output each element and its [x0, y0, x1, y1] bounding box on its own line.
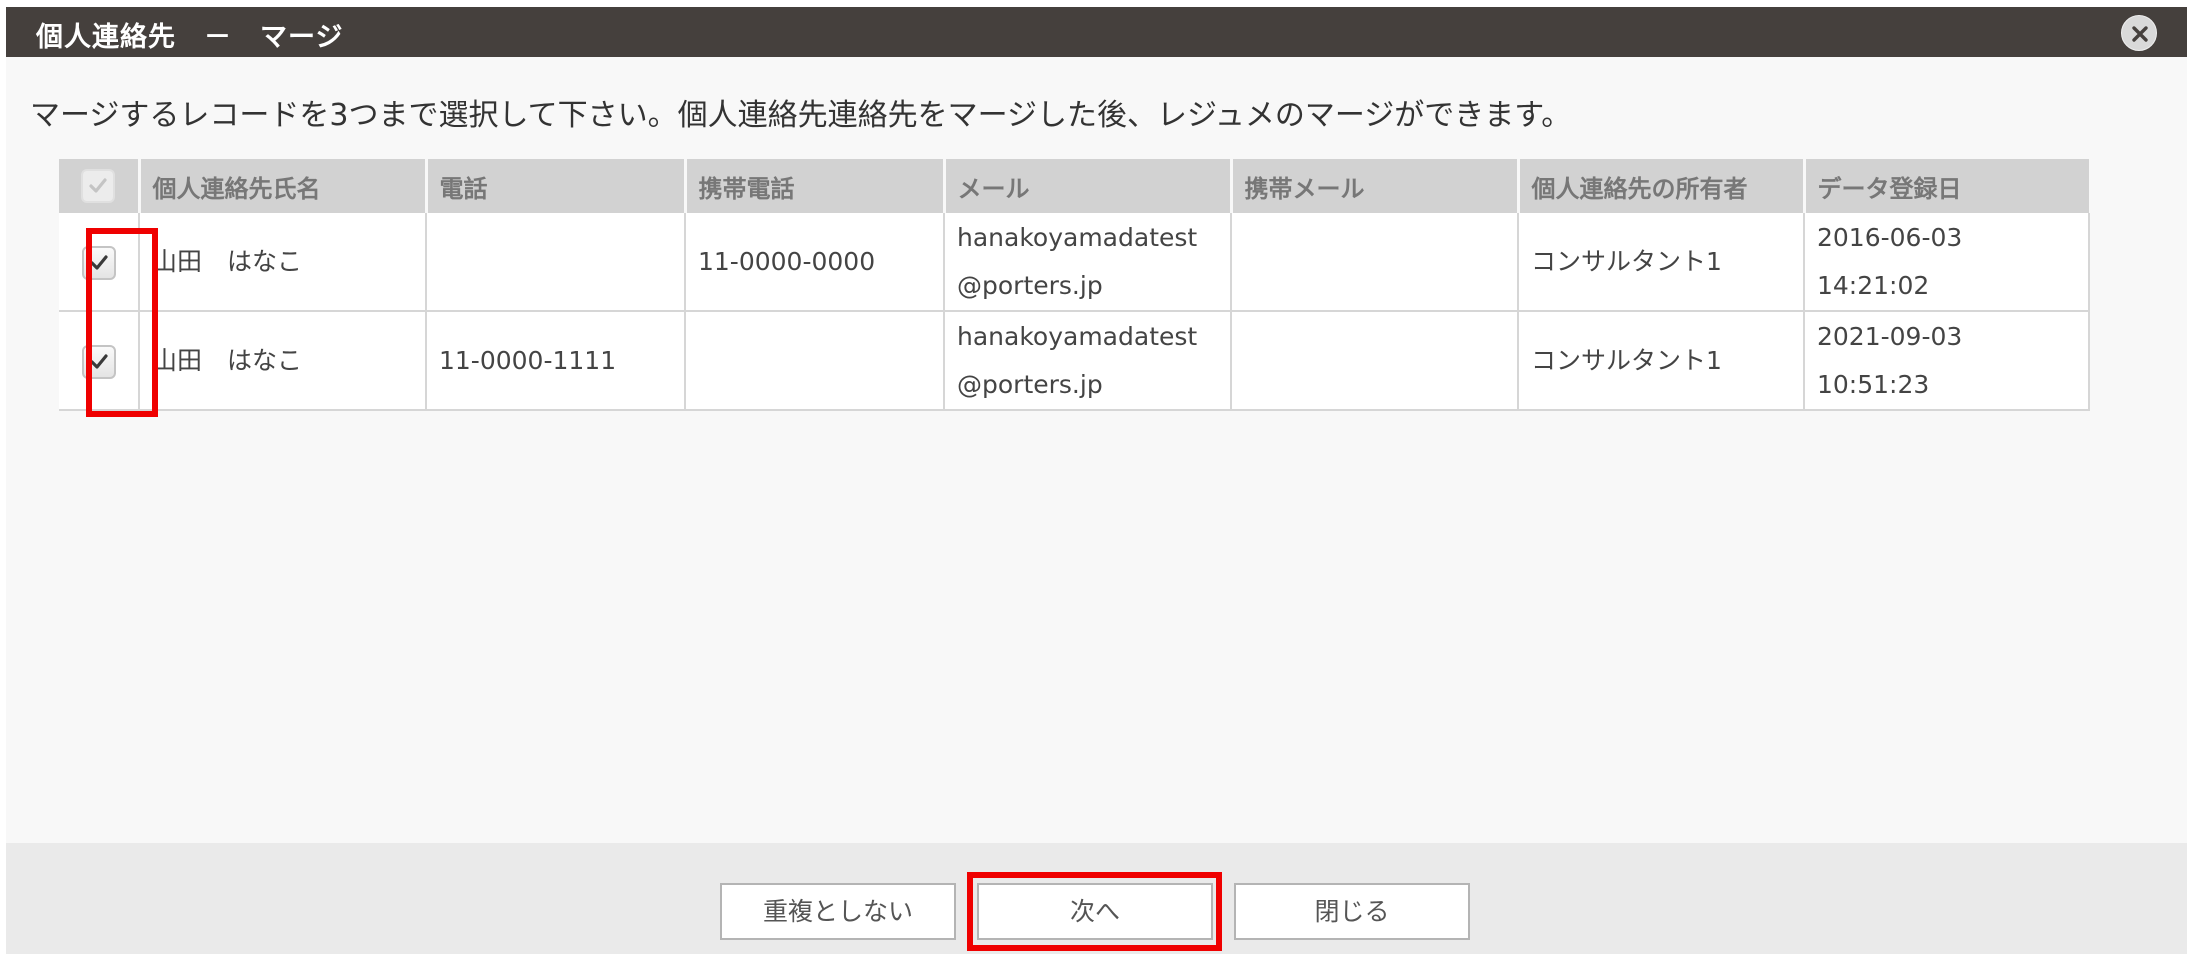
select-all-header	[59, 159, 139, 213]
table-row: 山田 はなこ 11-0000-0000 hanakoyamadatest @po…	[59, 213, 2090, 312]
email-line-1: hanakoyamadatest	[957, 321, 1198, 351]
column-header-email[interactable]: メール	[942, 159, 1231, 213]
column-header-created-date[interactable]: データ登録日	[1802, 159, 2089, 213]
next-button[interactable]: 次へ	[977, 883, 1213, 940]
cell-mobile: 11-0000-0000	[684, 213, 944, 312]
email-line-1: hanakoyamadatest	[957, 222, 1198, 252]
email-line-2: @porters.jp	[957, 270, 1103, 300]
check-icon	[89, 353, 108, 369]
column-header-phone[interactable]: 電話	[424, 159, 685, 213]
cell-created-date: 2016-06-03 14:21:02	[1803, 213, 2090, 312]
close-dialog-button[interactable]: 閉じる	[1234, 883, 1470, 940]
table-header-row: 個人連絡先氏名 電話 携帯電話 メール 携帯メール 個人連絡先の所有者 データ登…	[59, 159, 2089, 213]
column-header-mobile[interactable]: 携帯電話	[683, 159, 944, 213]
created-date: 2021-09-03	[1817, 321, 1963, 351]
email-line-2: @porters.jp	[957, 369, 1103, 399]
row-checkbox[interactable]	[81, 344, 116, 379]
cell-name: 山田 はなこ	[138, 213, 426, 312]
row-select-cell	[59, 213, 140, 312]
created-time: 14:21:02	[1817, 270, 1930, 300]
table-row: 山田 はなこ 11-0000-1111 hanakoyamadatest @po…	[59, 311, 2090, 411]
cell-owner: コンサルタント1	[1517, 311, 1804, 411]
not-duplicate-button[interactable]: 重複としない	[720, 883, 956, 940]
cell-phone: 11-0000-1111	[425, 311, 685, 411]
created-date: 2016-06-03	[1817, 222, 1963, 252]
dialog-title: 個人連絡先 － マージ	[36, 22, 344, 53]
select-all-checkbox[interactable]	[81, 169, 116, 203]
column-header-owner[interactable]: 個人連絡先の所有者	[1516, 159, 1804, 213]
cell-owner: コンサルタント1	[1517, 213, 1804, 312]
instruction-text: マージするレコードを3つまで選択して下さい。個人連絡先連絡先をマージした後、レジ…	[30, 98, 1572, 133]
column-header-name[interactable]: 個人連絡先氏名	[137, 159, 426, 213]
check-icon	[89, 254, 108, 270]
cell-email: hanakoyamadatest @porters.jp	[943, 311, 1231, 411]
merge-dialog: 個人連絡先 － マージ マージするレコードを3つまで選択して下さい。個人連絡先連…	[6, 7, 2187, 954]
close-icon	[2132, 26, 2148, 42]
check-icon	[89, 178, 107, 193]
column-header-mobile-email[interactable]: 携帯メール	[1229, 159, 1518, 213]
cell-created-date: 2021-09-03 10:51:23	[1803, 311, 2090, 411]
row-checkbox[interactable]	[81, 245, 116, 280]
created-time: 10:51:23	[1817, 369, 1930, 399]
row-select-cell	[59, 311, 140, 411]
cell-mobile	[684, 311, 944, 411]
cell-name: 山田 はなこ	[138, 311, 426, 411]
merge-candidates-table: 個人連絡先氏名 電話 携帯電話 メール 携帯メール 個人連絡先の所有者 データ登…	[59, 159, 2090, 411]
dialog-footer: 重複としない 次へ 閉じる	[6, 843, 2187, 954]
cell-phone	[425, 213, 685, 312]
close-button[interactable]	[2121, 15, 2157, 51]
cell-email: hanakoyamadatest @porters.jp	[943, 213, 1231, 312]
cell-mobile-email	[1230, 311, 1518, 411]
dialog-titlebar: 個人連絡先 － マージ	[6, 7, 2187, 57]
cell-mobile-email	[1230, 213, 1518, 312]
